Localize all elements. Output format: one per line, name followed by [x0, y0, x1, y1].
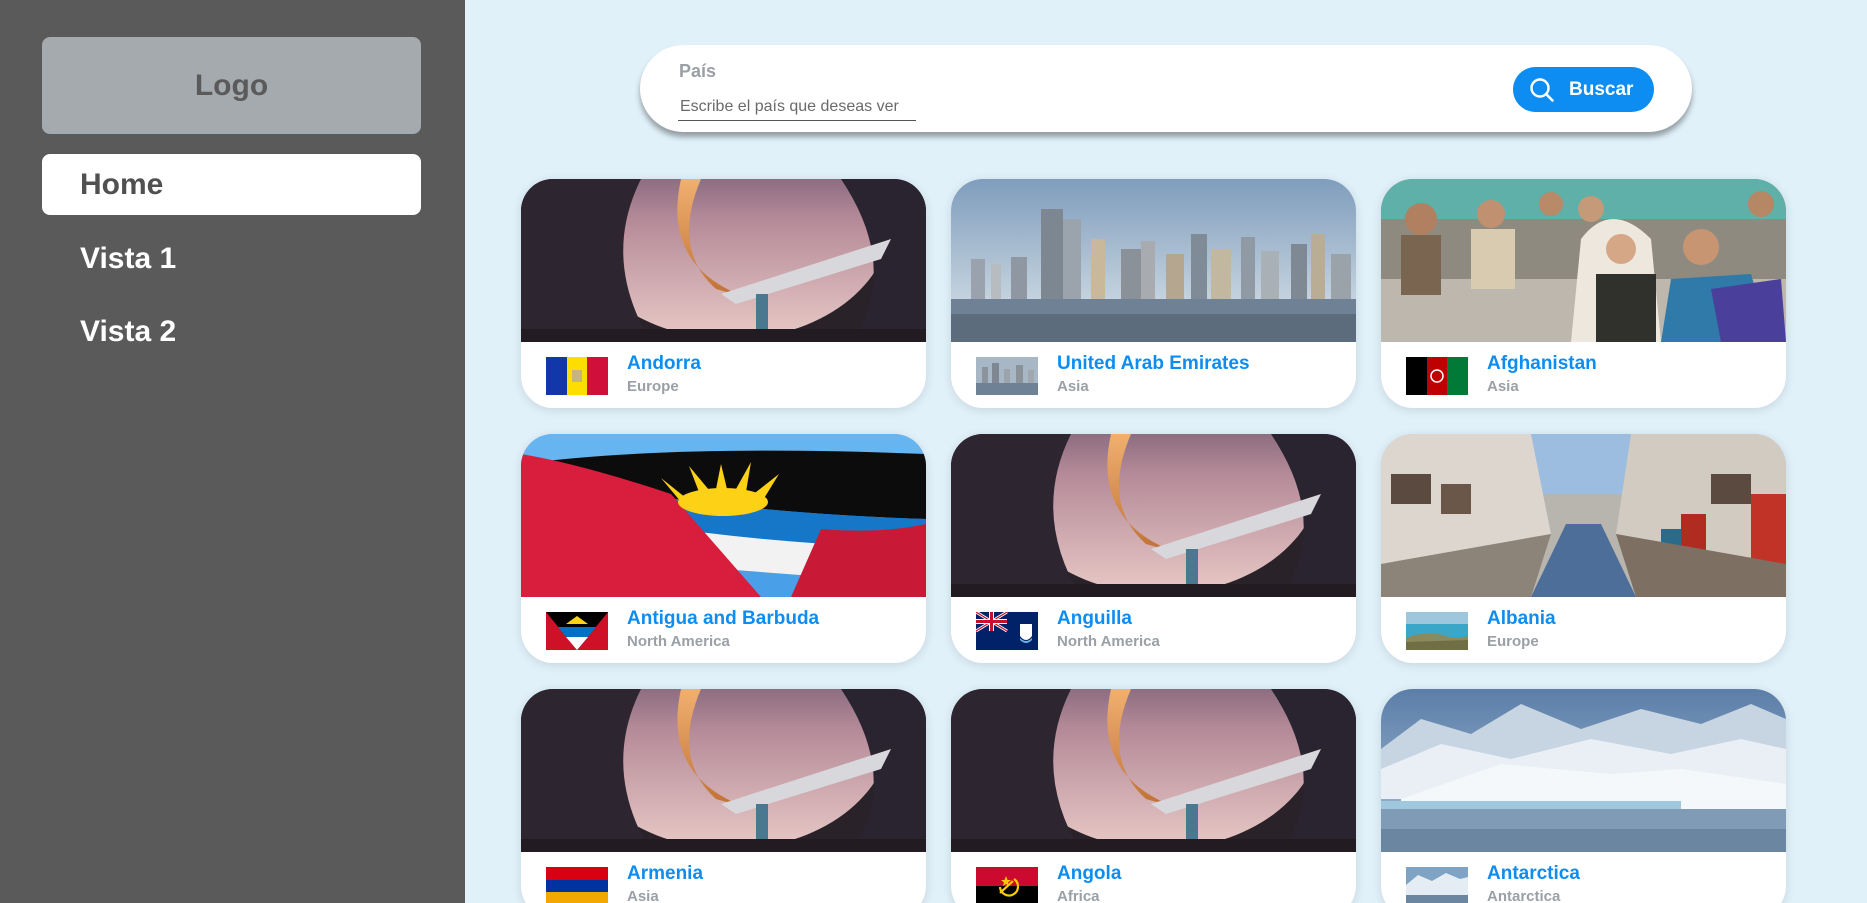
afghanistan-flag-icon	[1406, 357, 1468, 395]
country-image	[521, 689, 926, 852]
country-region: Antarctica	[1487, 888, 1561, 903]
search-icon	[1530, 77, 1554, 102]
country-card[interactable]: United Arab Emirates Asia	[951, 179, 1356, 408]
country-name: Anguilla	[1057, 608, 1132, 629]
search-button-label: Buscar	[1569, 78, 1634, 100]
country-card[interactable]: Antigua and Barbuda North America	[521, 434, 926, 663]
sidebar-item-label: Home	[80, 167, 164, 201]
sidebar-item-label: Vista 1	[80, 241, 177, 275]
armenia-flag-icon	[546, 867, 608, 903]
country-name: United Arab Emirates	[1057, 353, 1250, 374]
andorra-flag-icon	[546, 357, 608, 395]
country-name: Antigua and Barbuda	[627, 608, 820, 629]
country-image	[521, 179, 926, 342]
search-label: País	[679, 61, 717, 81]
country-region: Europe	[627, 378, 679, 395]
country-image	[951, 434, 1356, 597]
sidebar-item-vista-2[interactable]: Vista 2	[42, 301, 421, 362]
country-name: Armenia	[627, 863, 704, 884]
sidebar-item-vista-1[interactable]: Vista 1	[42, 228, 421, 289]
country-image	[951, 179, 1356, 342]
search-button[interactable]: Buscar	[1513, 67, 1654, 112]
country-image	[1381, 179, 1786, 342]
anguilla-flag-icon	[976, 612, 1038, 650]
country-region: Europe	[1487, 633, 1539, 650]
country-card[interactable]: Albania Europe	[1381, 434, 1786, 663]
sidebar-item-home[interactable]: Home	[42, 154, 421, 215]
country-region: Africa	[1057, 888, 1100, 903]
country-card[interactable]: Angola Africa	[951, 689, 1356, 903]
country-card[interactable]: Armenia Asia	[521, 689, 926, 903]
country-card[interactable]: Afghanistan Asia	[1381, 179, 1786, 408]
country-image	[1381, 434, 1786, 597]
country-region: North America	[627, 633, 730, 650]
sidebar-item-label: Vista 2	[80, 314, 177, 348]
country-name: Antarctica	[1487, 863, 1580, 884]
country-region: Asia	[1057, 378, 1089, 395]
country-card[interactable]: Anguilla North America	[951, 434, 1356, 663]
country-region: Asia	[1487, 378, 1519, 395]
country-name: Andorra	[627, 353, 701, 374]
country-card[interactable]: Antarctica Antarctica	[1381, 689, 1786, 903]
country-region: North America	[1057, 633, 1160, 650]
country-region: Asia	[627, 888, 659, 903]
search-bar: País Buscar	[640, 45, 1692, 132]
glacier-thumbnail	[1406, 867, 1468, 903]
coast-thumbnail	[1406, 612, 1468, 650]
search-input[interactable]	[678, 94, 916, 121]
skyline-thumbnail	[976, 357, 1038, 395]
country-image	[1381, 689, 1786, 852]
country-image	[521, 434, 926, 597]
angola-flag-icon	[976, 867, 1038, 903]
antigua-flag-icon	[546, 612, 608, 650]
logo: Logo	[42, 37, 421, 134]
country-name: Angola	[1057, 863, 1122, 884]
sidebar: Logo Home Vista 1 Vista 2	[0, 0, 465, 903]
country-name: Afghanistan	[1487, 353, 1597, 374]
country-card[interactable]: Andorra Europe	[521, 179, 926, 408]
country-name: Albania	[1487, 608, 1556, 629]
country-image	[951, 689, 1356, 852]
